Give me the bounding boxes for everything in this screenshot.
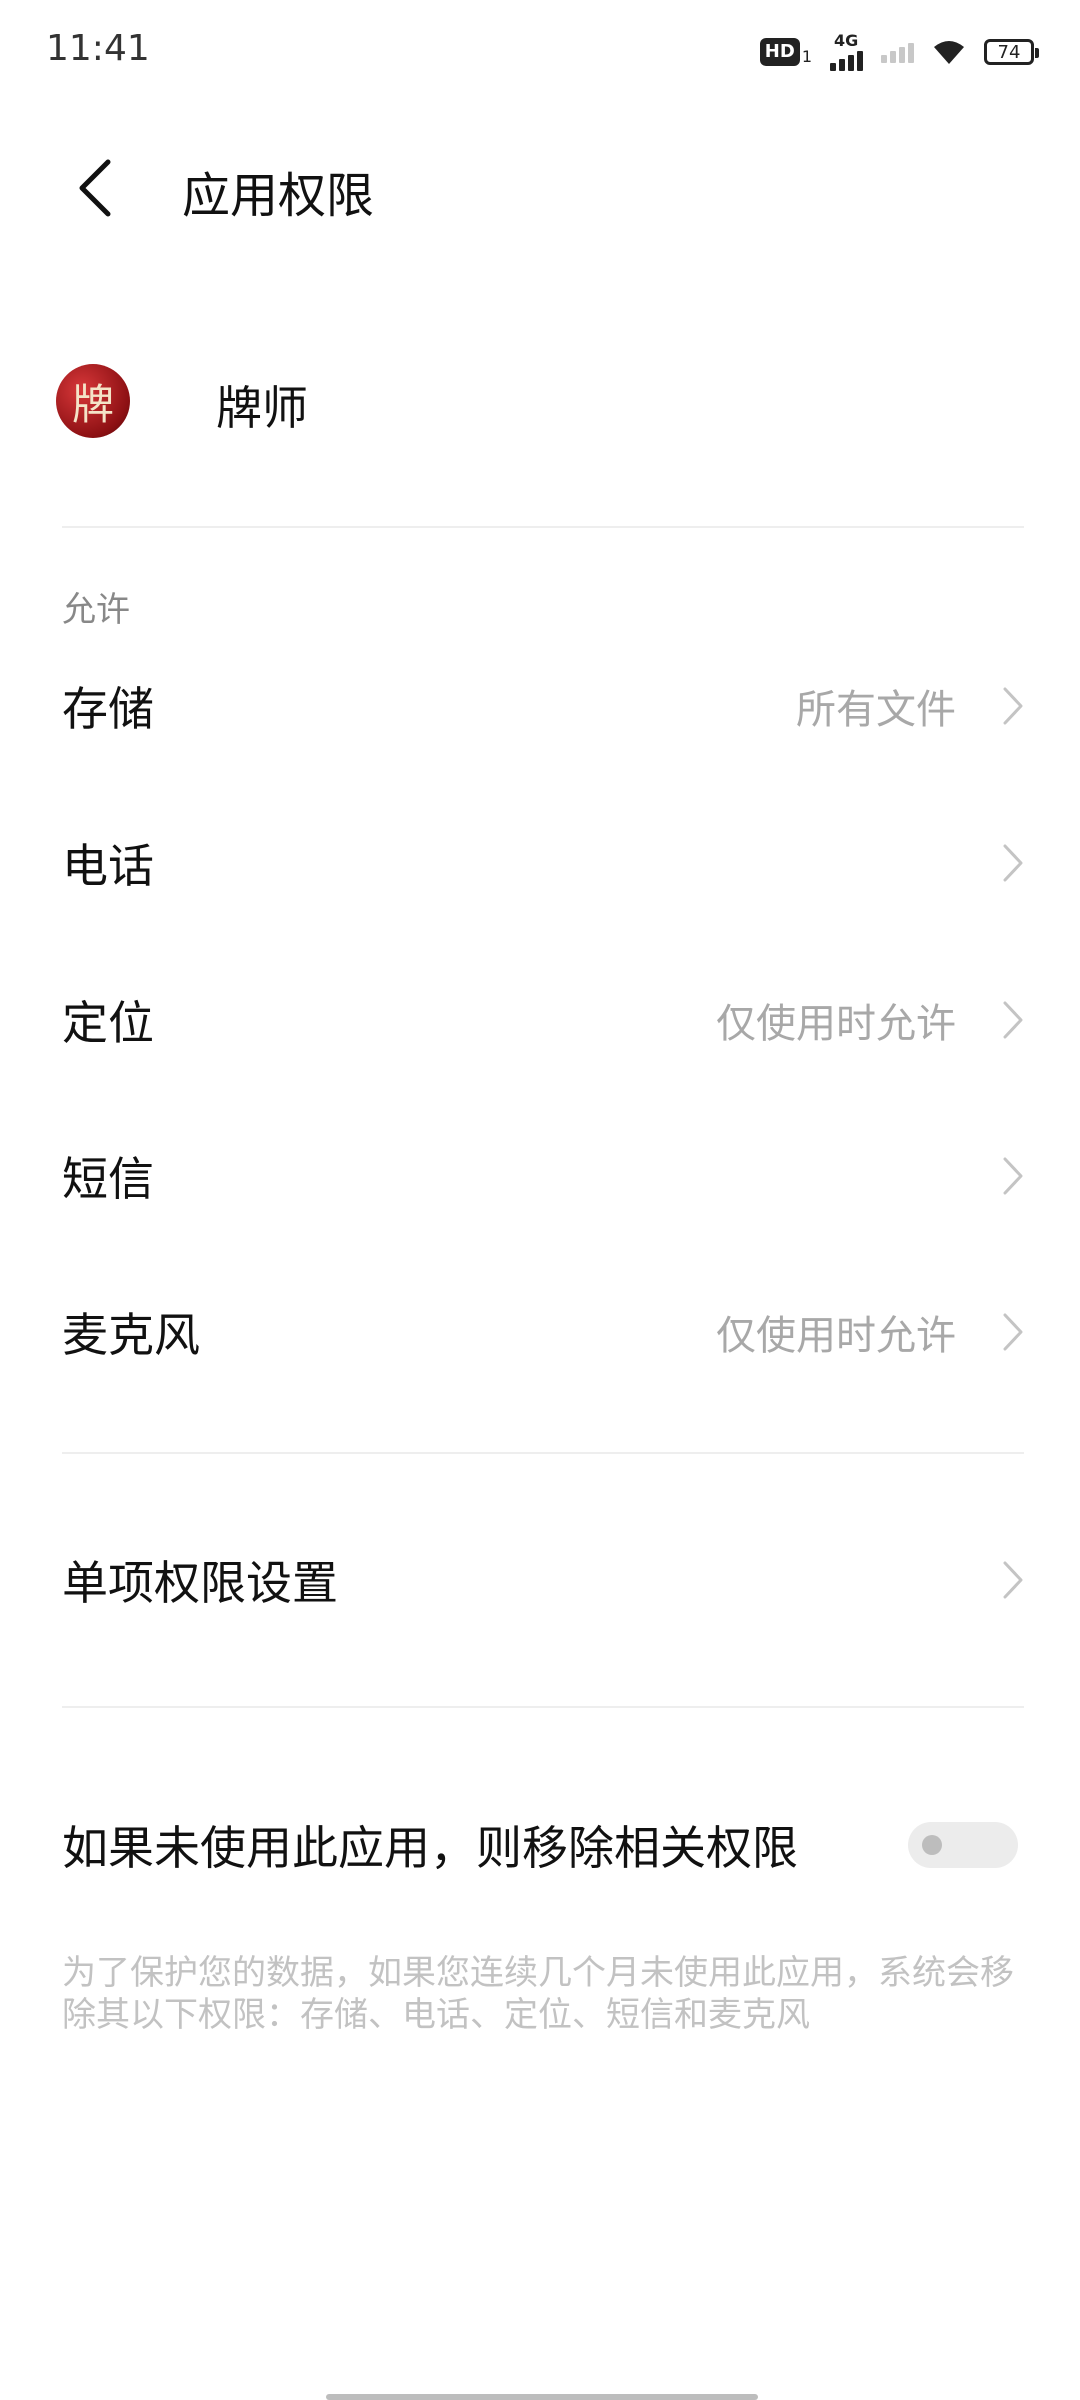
app-name: 牌师: [216, 381, 308, 435]
wifi-icon: [934, 41, 964, 64]
auto-remove-description: 为了保护您的数据，如果您连续几个月未使用此应用，系统会移除其以下权限：存储、电话…: [62, 1953, 1014, 2035]
app-icon-glyph: 牌: [71, 379, 114, 429]
chevron-right-icon: [1003, 844, 1023, 882]
permission-row-phone[interactable]: 电话: [62, 803, 1024, 923]
permission-label: 麦克风: [62, 1308, 200, 1362]
chevron-left-icon[interactable]: [76, 158, 116, 218]
permission-value: 所有文件: [796, 687, 956, 733]
chevron-right-icon: [1003, 1313, 1023, 1351]
permission-label: 电话: [62, 839, 154, 893]
hd-voice-icon: HD 1: [759, 38, 812, 66]
chevron-right-icon: [1003, 1001, 1023, 1039]
signal-empty-icon: [881, 41, 914, 63]
hd-label: HD: [759, 38, 800, 66]
divider: [62, 1452, 1024, 1454]
hd-sub: 1: [801, 47, 812, 66]
battery-icon: 74: [984, 39, 1039, 65]
chevron-right-icon: [1003, 1561, 1023, 1599]
toggle-knob: [922, 1835, 942, 1855]
permission-label: 短信: [62, 1152, 154, 1206]
divider: [62, 1706, 1024, 1708]
permission-row-microphone[interactable]: 麦克风 仅使用时允许: [62, 1272, 1024, 1392]
permission-label: 存储: [62, 682, 154, 736]
divider: [62, 526, 1024, 528]
chevron-right-icon: [1003, 1157, 1023, 1195]
section-label-allowed: 允许: [62, 590, 130, 630]
home-indicator[interactable]: [326, 2394, 758, 2400]
permission-value: 仅使用时允许: [716, 1313, 956, 1359]
status-icons: HD 1 4G 74: [759, 30, 1039, 74]
permission-row-location[interactable]: 定位 仅使用时允许: [62, 960, 1024, 1080]
permission-value: 仅使用时允许: [716, 1001, 956, 1047]
individual-permission-label: 单项权限设置: [62, 1556, 338, 1610]
permission-row-storage[interactable]: 存储 所有文件: [62, 646, 1024, 766]
signal-4g-icon: 4G: [830, 33, 863, 71]
auto-remove-label: 如果未使用此应用，则移除相关权限: [62, 1821, 798, 1875]
battery-level: 74: [997, 41, 1021, 63]
status-bar: 11:41 HD 1 4G 74: [0, 0, 1080, 100]
chevron-right-icon: [1003, 687, 1023, 725]
auto-remove-permissions-row: 如果未使用此应用，则移除相关权限: [62, 1800, 1024, 1890]
permission-label: 定位: [62, 996, 154, 1050]
app-icon: 牌: [56, 364, 130, 438]
auto-remove-toggle[interactable]: [908, 1822, 1018, 1868]
status-time: 11:41: [46, 28, 150, 69]
network-type-label: 4G: [834, 31, 859, 50]
individual-permission-settings-row[interactable]: 单项权限设置: [62, 1520, 1024, 1640]
page-title: 应用权限: [182, 168, 375, 224]
permission-row-sms[interactable]: 短信: [62, 1116, 1024, 1236]
